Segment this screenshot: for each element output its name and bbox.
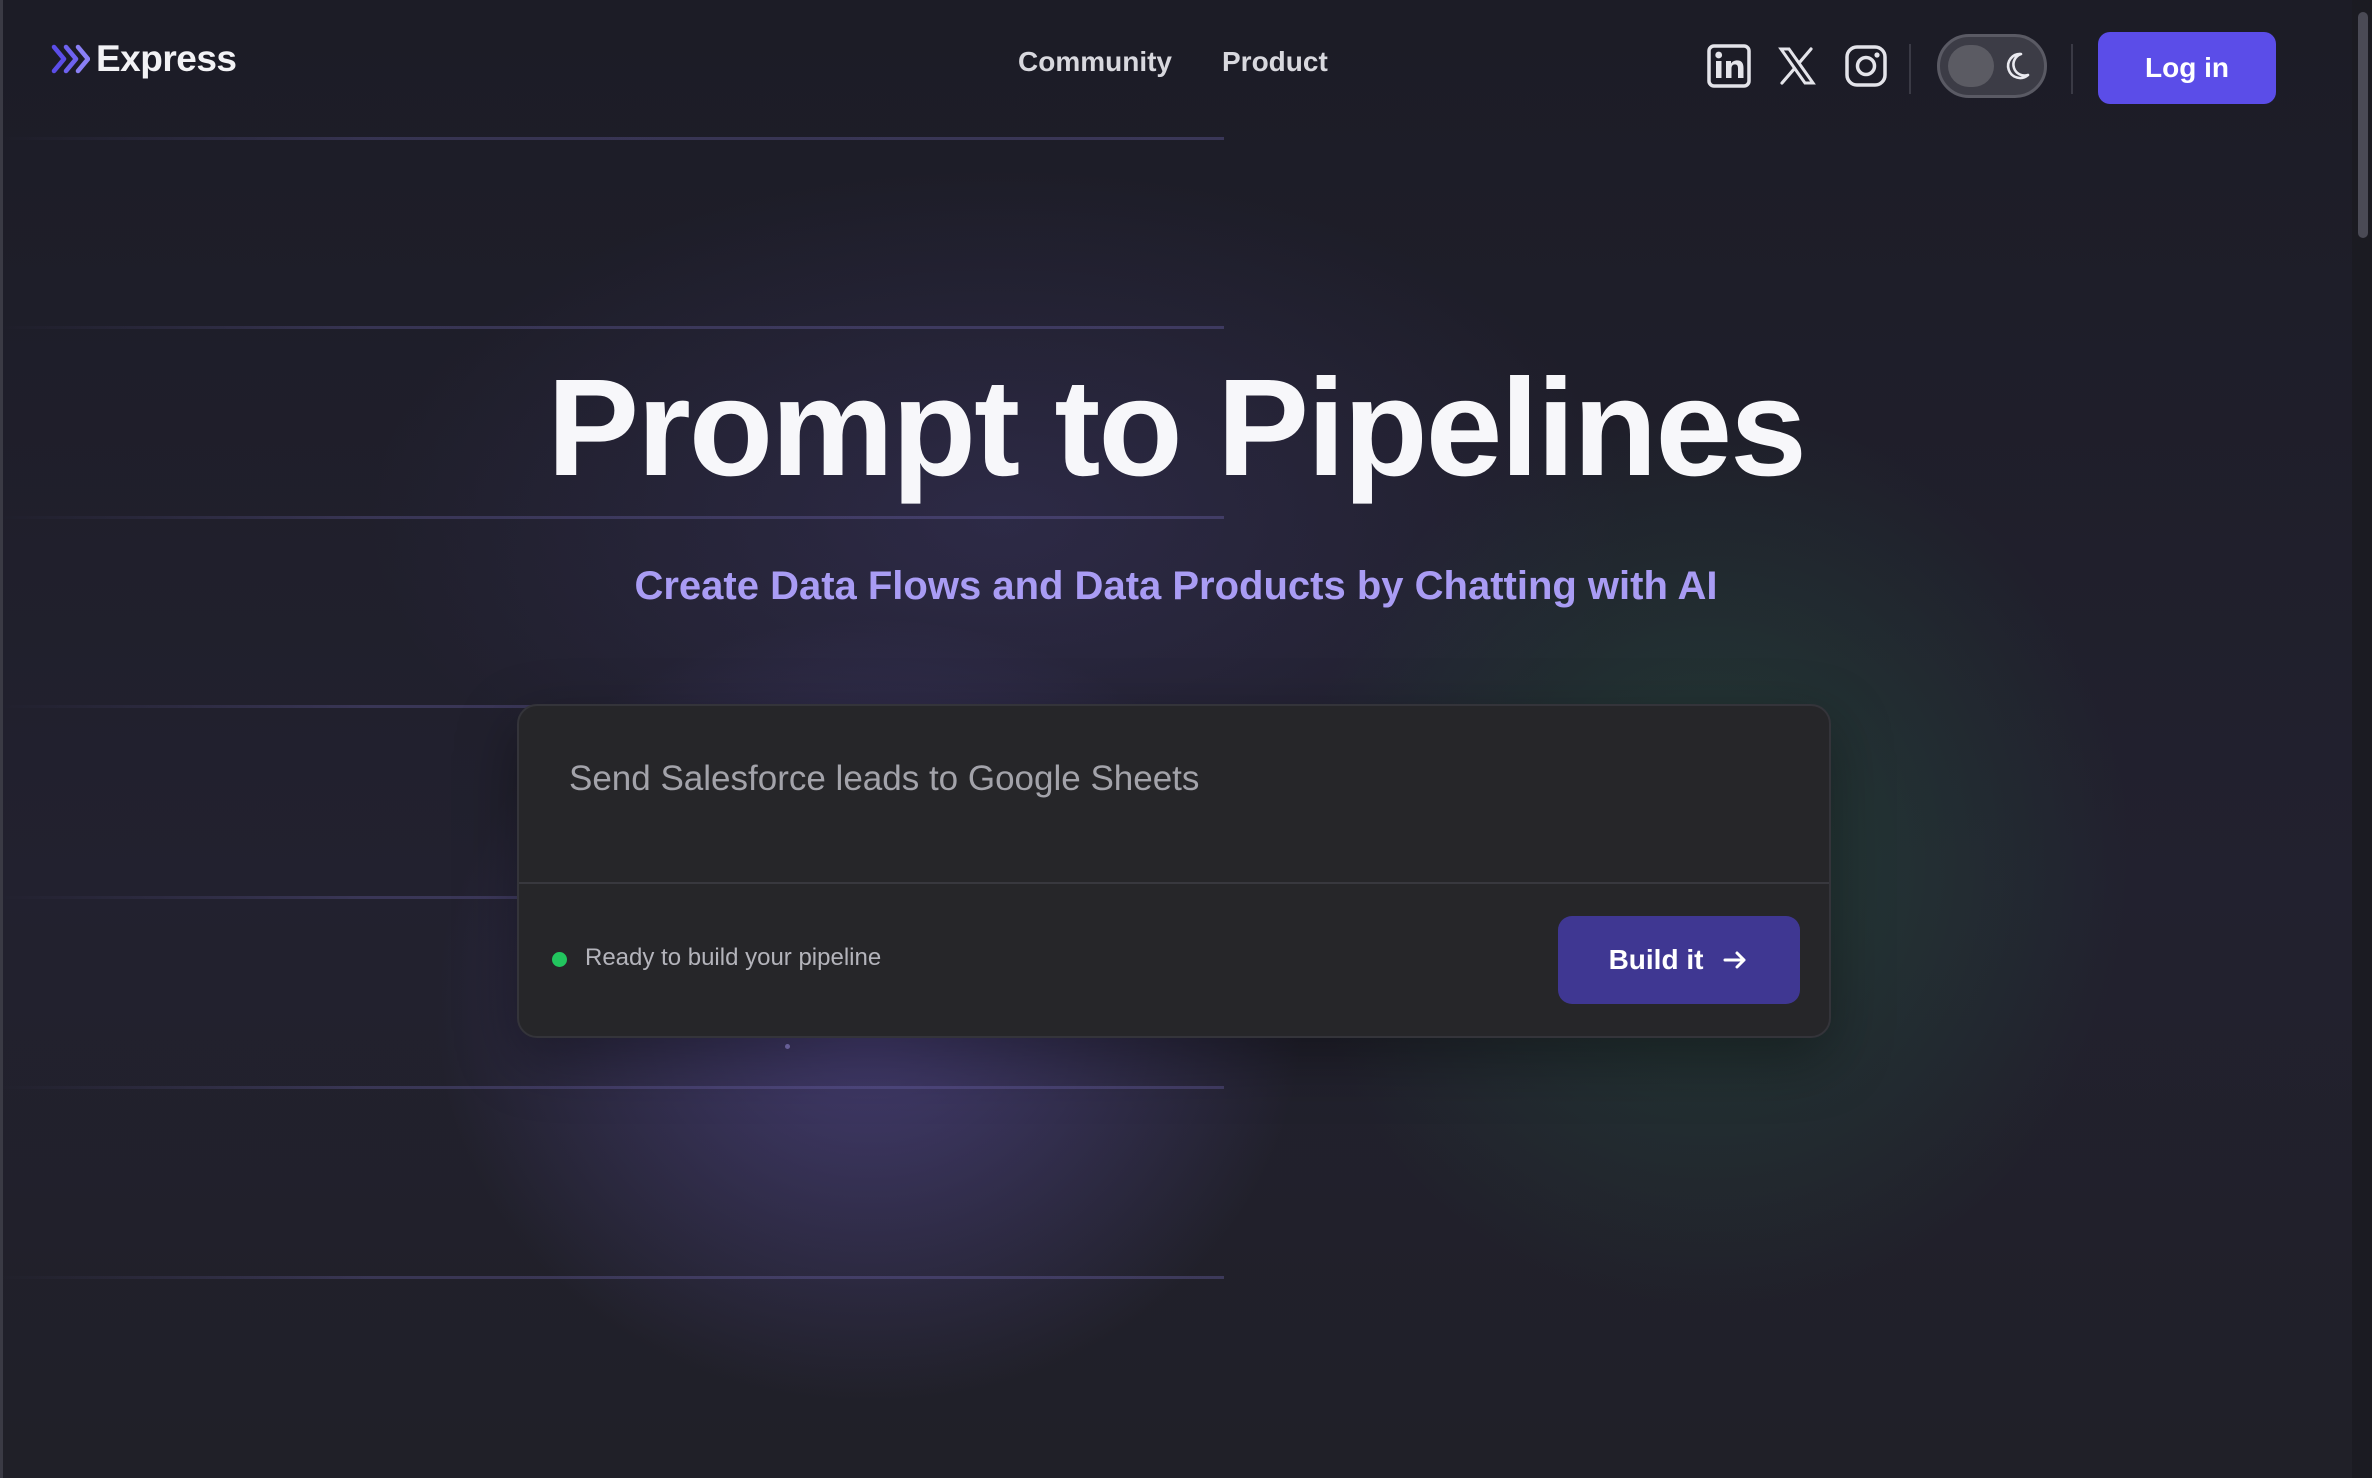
page: Express Community Product Log in Prompt … (0, 0, 2372, 1478)
nav-divider (1909, 44, 1911, 94)
moon-icon (2006, 52, 2030, 80)
arrow-right-icon (1723, 951, 1746, 969)
scrollbar-thumb[interactable] (2358, 12, 2368, 238)
nav-divider (2071, 44, 2073, 94)
logo-text: Express (96, 38, 237, 79)
decor-dot (785, 1044, 790, 1049)
nav-links: Community Product (1018, 46, 1328, 78)
decor-line (0, 137, 1224, 140)
decor-line (0, 1086, 1224, 1089)
card-divider (519, 882, 1829, 884)
build-it-label: Build it (1608, 944, 1704, 975)
decor-line (0, 326, 1224, 329)
linkedin-icon[interactable] (1707, 44, 1751, 88)
logo[interactable]: Express (50, 38, 237, 80)
page-scrollbar[interactable] (2352, 0, 2372, 1478)
prompt-input[interactable] (567, 748, 1771, 810)
nav-link-product[interactable]: Product (1222, 46, 1328, 78)
decor-line (0, 1276, 1224, 1279)
login-button[interactable]: Log in (2098, 32, 2276, 104)
logo-icon (51, 44, 90, 74)
toggle-knob (1948, 45, 1994, 87)
status-text: Ready to build your pipeline (585, 944, 882, 971)
status-indicator-dot (552, 952, 567, 967)
decor-line (0, 516, 1224, 519)
prompt-card: Ready to build your pipeline Build it (517, 704, 1831, 1038)
hero-subtitle: Create Data Flows and Data Products by C… (634, 564, 1718, 608)
instagram-icon[interactable] (1844, 44, 1888, 88)
build-it-button[interactable]: Build it (1558, 916, 1800, 1004)
theme-toggle[interactable] (1937, 34, 2047, 98)
x-icon[interactable] (1775, 44, 1819, 88)
hero-title: Prompt to Pipelines (547, 351, 1807, 505)
nav-link-community[interactable]: Community (1018, 46, 1172, 78)
top-nav: Express Community Product Log in (0, 0, 2352, 134)
